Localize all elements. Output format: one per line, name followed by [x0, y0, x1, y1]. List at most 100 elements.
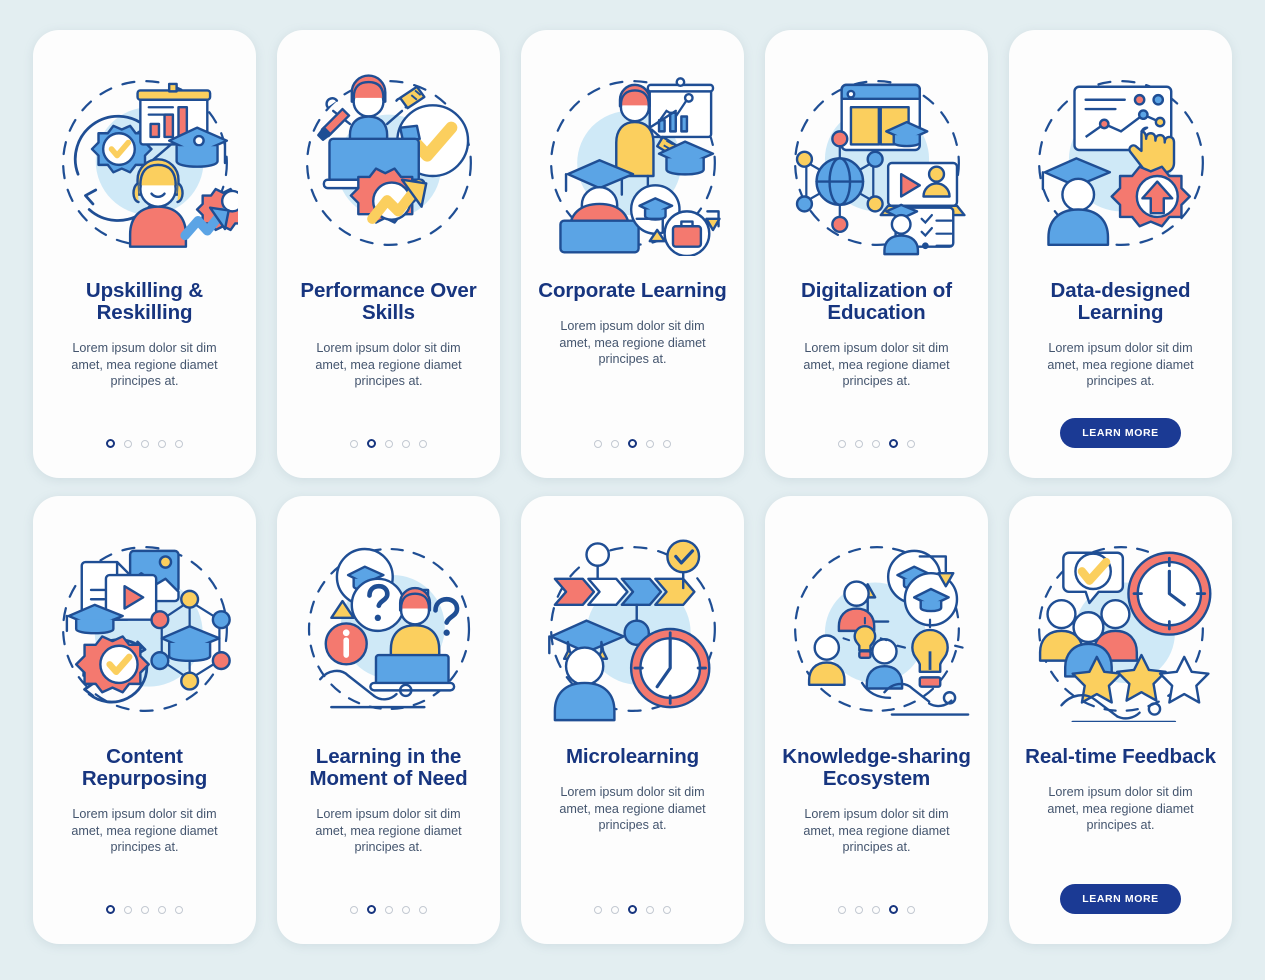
- pagination-dots: [838, 439, 915, 448]
- card-title: Microlearning: [565, 745, 700, 768]
- trainer-whiteboard-graduate-briefcase-icon: [540, 70, 726, 256]
- card-title: Digitalization of Education: [801, 279, 952, 325]
- learn-more-button[interactable]: LEARN MORE: [1060, 418, 1181, 448]
- multitasking-person-checkmark-gear-growth-icon: [296, 70, 482, 256]
- pagination-dot[interactable]: [872, 905, 880, 914]
- pagination-dot[interactable]: [611, 905, 619, 914]
- card-title: Performance Over Skills: [300, 279, 477, 325]
- pagination-dot-active[interactable]: [628, 905, 637, 914]
- pagination-dot[interactable]: [350, 905, 358, 914]
- gear-check-presentation-graduate-woman-icon: [52, 70, 238, 256]
- pagination-dot-active[interactable]: [367, 439, 376, 448]
- card-title: Upskilling & Reskilling: [85, 279, 204, 325]
- pagination-dot-active[interactable]: [889, 439, 898, 448]
- onboarding-card: Microlearning Lorem ipsum dolor sit dim …: [521, 496, 744, 944]
- learn-more-button[interactable]: LEARN MORE: [1060, 884, 1181, 914]
- pagination-dots: [350, 905, 427, 914]
- card-body-text: Lorem ipsum dolor sit dim amet, mea regi…: [559, 785, 706, 833]
- card-body-text: Lorem ipsum dolor sit dim amet, mea regi…: [71, 341, 218, 389]
- pagination-dots: [594, 439, 671, 448]
- card-body-text: Lorem ipsum dolor sit dim amet, mea regi…: [315, 807, 462, 855]
- pagination-dot[interactable]: [158, 439, 166, 448]
- pagination-dot[interactable]: [141, 905, 149, 914]
- card-body-text: Lorem ipsum dolor sit dim amet, mea regi…: [559, 319, 706, 367]
- arrow-steps-graduate-clock-icon: [540, 536, 726, 722]
- pagination-dot-active[interactable]: [106, 905, 115, 914]
- pagination-dot[interactable]: [385, 439, 393, 448]
- pagination-dot[interactable]: [385, 905, 393, 914]
- card-body-text: Lorem ipsum dolor sit dim amet, mea regi…: [315, 341, 462, 389]
- data-chart-cursor-graduate-gear-arrow-icon: [1028, 70, 1214, 256]
- pagination-dot[interactable]: [419, 439, 427, 448]
- pagination-dot[interactable]: [663, 439, 671, 448]
- card-footer: [33, 905, 256, 914]
- onboarding-screens-grid: Upskilling & Reskilling Lorem ipsum dolo…: [0, 0, 1265, 944]
- pagination-dot[interactable]: [838, 905, 846, 914]
- people-lightbulbs-graduation-caps-hand-icon: [784, 536, 970, 722]
- pagination-dot[interactable]: [611, 439, 619, 448]
- card-footer: [765, 905, 988, 914]
- pagination-dots: [106, 439, 183, 448]
- pagination-dot-active[interactable]: [106, 439, 115, 448]
- onboarding-card: Upskilling & Reskilling Lorem ipsum dolo…: [33, 30, 256, 478]
- pagination-dot-active[interactable]: [889, 905, 898, 914]
- pagination-dot[interactable]: [907, 439, 915, 448]
- card-title: Real-time Feedback: [1025, 745, 1216, 768]
- pagination-dots: [838, 905, 915, 914]
- onboarding-card: Digitalization of Education Lorem ipsum …: [765, 30, 988, 478]
- pagination-dot[interactable]: [907, 905, 915, 914]
- pagination-dot[interactable]: [594, 905, 602, 914]
- onboarding-card: Content Repurposing Lorem ipsum dolor si…: [33, 496, 256, 944]
- pagination-dot[interactable]: [646, 439, 654, 448]
- pagination-dot[interactable]: [402, 905, 410, 914]
- pagination-dot[interactable]: [855, 905, 863, 914]
- card-title: Content Repurposing: [81, 745, 208, 791]
- pagination-dot[interactable]: [124, 439, 132, 448]
- pagination-dot[interactable]: [141, 439, 149, 448]
- onboarding-card: Data-designed Learning Lorem ipsum dolor…: [1009, 30, 1232, 478]
- pagination-dot-active[interactable]: [628, 439, 637, 448]
- card-body-text: Lorem ipsum dolor sit dim amet, mea regi…: [803, 807, 950, 855]
- pagination-dot[interactable]: [124, 905, 132, 914]
- card-title: Data-designed Learning: [1050, 279, 1191, 325]
- card-title: Learning in the Moment of Need: [309, 745, 468, 791]
- card-body-text: Lorem ipsum dolor sit dim amet, mea regi…: [803, 341, 950, 389]
- card-footer: [521, 905, 744, 914]
- pagination-dot[interactable]: [594, 439, 602, 448]
- onboarding-card: Real-time Feedback Lorem ipsum dolor sit…: [1009, 496, 1232, 944]
- question-mark-info-laptop-learner-hand-icon: [296, 536, 482, 722]
- pagination-dot[interactable]: [402, 439, 410, 448]
- pagination-dot[interactable]: [646, 905, 654, 914]
- card-body-text: Lorem ipsum dolor sit dim amet, mea regi…: [1047, 341, 1194, 389]
- card-footer: [33, 439, 256, 448]
- card-footer: LEARN MORE: [1009, 418, 1232, 448]
- pagination-dots: [106, 905, 183, 914]
- pagination-dot[interactable]: [838, 439, 846, 448]
- pagination-dot[interactable]: [175, 905, 183, 914]
- pagination-dot[interactable]: [350, 439, 358, 448]
- pagination-dot[interactable]: [855, 439, 863, 448]
- people-clock-stars-hand-check-icon: [1028, 536, 1214, 722]
- card-footer: [277, 439, 500, 448]
- card-footer: [277, 905, 500, 914]
- card-title: Knowledge-sharing Ecosystem: [782, 745, 971, 791]
- card-body-text: Lorem ipsum dolor sit dim amet, mea regi…: [71, 807, 218, 855]
- card-footer: LEARN MORE: [1009, 884, 1232, 914]
- card-title: Corporate Learning: [538, 279, 727, 302]
- onboarding-card: Corporate Learning Lorem ipsum dolor sit…: [521, 30, 744, 478]
- browser-book-globe-network-video-checklist-icon: [784, 70, 970, 256]
- pagination-dot[interactable]: [872, 439, 880, 448]
- pagination-dot-active[interactable]: [367, 905, 376, 914]
- onboarding-card: Knowledge-sharing Ecosystem Lorem ipsum …: [765, 496, 988, 944]
- onboarding-card: Learning in the Moment of Need Lorem ips…: [277, 496, 500, 944]
- pagination-dot[interactable]: [158, 905, 166, 914]
- card-footer: [765, 439, 988, 448]
- onboarding-card: Performance Over Skills Lorem ipsum dolo…: [277, 30, 500, 478]
- pagination-dots: [594, 905, 671, 914]
- pagination-dots: [350, 439, 427, 448]
- documents-video-graduate-network-gear-check-icon: [52, 536, 238, 722]
- pagination-dot[interactable]: [419, 905, 427, 914]
- card-body-text: Lorem ipsum dolor sit dim amet, mea regi…: [1047, 785, 1194, 833]
- pagination-dot[interactable]: [175, 439, 183, 448]
- pagination-dot[interactable]: [663, 905, 671, 914]
